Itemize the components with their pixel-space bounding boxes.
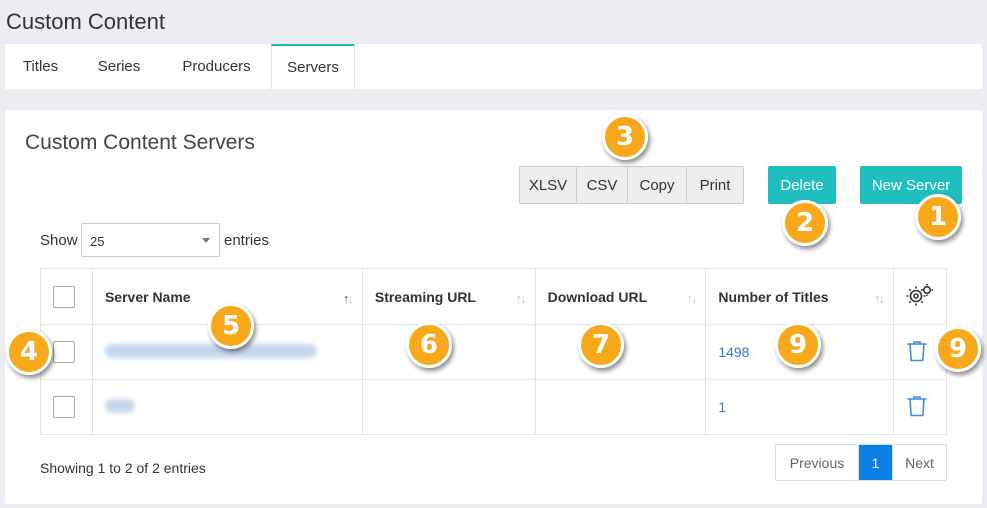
sort-ascending-icon: ↑↓: [342, 291, 354, 306]
chevron-down-icon: [202, 238, 210, 243]
number-of-titles-cell: 1: [705, 379, 894, 435]
table-header-row: Server Name ↑↓ Streaming URL ↑↓ Download…: [40, 268, 948, 325]
next-page-button[interactable]: Next: [892, 445, 946, 480]
print-button[interactable]: Print: [687, 167, 743, 203]
current-page-button[interactable]: 1: [859, 445, 892, 480]
xlsv-button[interactable]: XLSV: [520, 167, 577, 203]
callout-badge-4: 4: [6, 329, 52, 375]
header-download-url[interactable]: Download URL ↑↓: [534, 268, 707, 325]
number-of-titles-link[interactable]: 1498: [718, 344, 749, 360]
gears-icon: [906, 284, 933, 306]
header-number-of-titles[interactable]: Number of Titles ↑↓: [705, 268, 894, 325]
server-name-link-redacted[interactable]: [104, 343, 317, 358]
sort-icon: ↑↓: [686, 291, 697, 306]
tab-producers[interactable]: Producers: [162, 44, 271, 89]
show-label: Show: [40, 232, 78, 249]
streaming-url-cell: [361, 379, 536, 435]
trash-icon[interactable]: [906, 394, 928, 418]
header-streaming-url[interactable]: Streaming URL ↑↓: [361, 268, 536, 325]
csv-button[interactable]: CSV: [577, 167, 628, 203]
download-url-cell: [534, 379, 707, 435]
copy-button[interactable]: Copy: [628, 167, 687, 203]
header-download-url-label: Download URL: [547, 288, 648, 305]
delete-button[interactable]: Delete: [768, 166, 836, 204]
previous-page-button[interactable]: Previous: [776, 445, 859, 480]
tab-titles[interactable]: Titles: [5, 44, 76, 89]
sort-icon: ↑↓: [515, 291, 527, 306]
callout-badge-5: 5: [208, 303, 254, 349]
trash-icon[interactable]: [906, 339, 928, 363]
entries-select[interactable]: 25: [81, 223, 220, 257]
callout-badge-2: 2: [782, 200, 828, 246]
callout-badge-7: 7: [578, 322, 624, 368]
header-select-all-cell: [40, 268, 93, 325]
header-actions: [892, 268, 948, 325]
header-streaming-url-label: Streaming URL: [374, 288, 476, 305]
table-info-text: Showing 1 to 2 of 2 entries: [40, 460, 206, 476]
sort-icon: ↑↓: [873, 291, 885, 306]
select-all-checkbox[interactable]: [53, 285, 75, 308]
export-button-group: XLSV CSV Copy Print: [519, 166, 744, 204]
callout-badge-1: 1: [915, 194, 961, 240]
tab-servers[interactable]: Servers: [271, 44, 355, 89]
header-number-of-titles-label: Number of Titles: [718, 288, 829, 305]
number-of-titles-link[interactable]: 1: [718, 399, 726, 415]
callout-badge-3: 3: [602, 114, 648, 160]
row-select-cell: [40, 379, 93, 435]
row-checkbox[interactable]: [53, 396, 75, 418]
table-row[interactable]: 1: [40, 379, 948, 435]
page-title: Custom Content: [6, 9, 165, 34]
actions-cell: [892, 379, 948, 435]
pagination: Previous 1 Next: [775, 444, 947, 481]
server-name-cell: [91, 379, 363, 435]
header-server-name-label: Server Name: [104, 288, 191, 305]
tab-series[interactable]: Series: [76, 44, 162, 89]
server-name-link-redacted[interactable]: [104, 398, 135, 413]
callout-badge-9-titles: 9: [775, 322, 821, 368]
servers-panel: Custom Content Servers XLSV CSV Copy Pri…: [5, 110, 982, 504]
callout-badge-9-actions: 9: [935, 326, 981, 372]
entries-label: entries: [224, 232, 270, 249]
panel-title: Custom Content Servers: [25, 131, 255, 154]
row-checkbox[interactable]: [53, 341, 75, 363]
entries-select-value: 25: [90, 234, 105, 249]
tab-bar: Titles Series Producers Servers: [5, 44, 982, 89]
callout-badge-6: 6: [406, 322, 452, 368]
